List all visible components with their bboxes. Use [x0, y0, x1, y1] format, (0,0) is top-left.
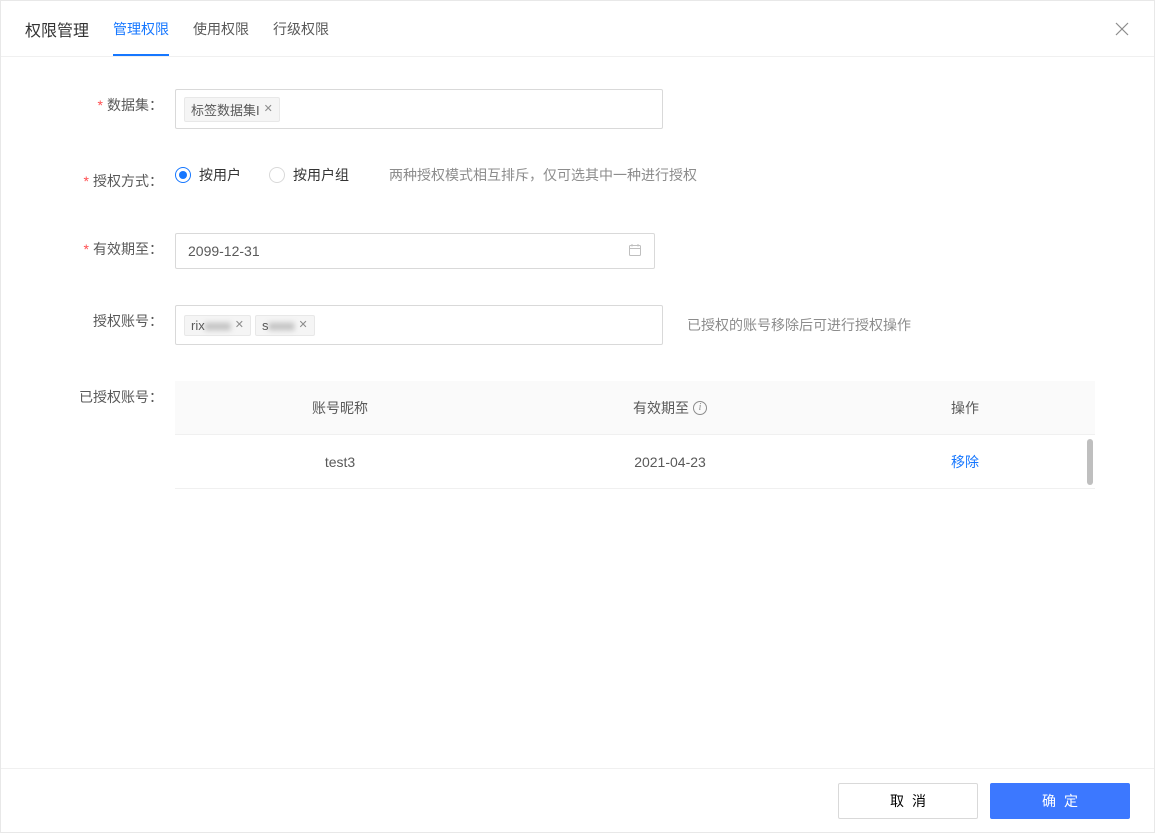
radio-by-user[interactable]: 按用户: [175, 165, 241, 185]
row-dataset: 数据集： 标签数据集I ✕: [25, 89, 1130, 129]
dialog-content: 数据集： 标签数据集I ✕ 授权方式： 按用户 按用户组: [1, 57, 1154, 489]
cell-valid-until: 2021-04-23: [505, 454, 835, 470]
radio-by-user-group[interactable]: 按用户组: [269, 165, 349, 185]
col-action: 操作: [835, 398, 1095, 418]
cancel-button[interactable]: 取消: [838, 783, 978, 819]
auth-account-label: 授权账号：: [25, 305, 175, 337]
auth-account-tag-input[interactable]: rixxxxx ✕ sxxxx ✕: [175, 305, 663, 345]
remove-link[interactable]: 移除: [951, 454, 979, 470]
tag-text: sxxxx: [262, 318, 295, 333]
dialog-footer: 取消 确定: [1, 768, 1154, 832]
tab-list: 管理权限 使用权限 行级权限: [113, 1, 329, 56]
dataset-label: 数据集：: [25, 89, 175, 121]
table-scrollbar[interactable]: [1087, 439, 1093, 485]
cell-action: 移除: [835, 452, 1095, 472]
info-icon[interactable]: i: [693, 401, 707, 415]
cell-nickname: test3: [175, 454, 505, 470]
dialog-title: 权限管理: [25, 17, 89, 41]
row-auth-method: 授权方式： 按用户 按用户组 两种授权模式相互排斥，仅可选其中一种进行授权: [25, 165, 1130, 197]
radio-label: 按用户: [199, 165, 241, 185]
close-icon[interactable]: [1114, 21, 1130, 37]
tag-remove-icon[interactable]: ✕: [235, 320, 244, 331]
tag-text: 标签数据集I: [191, 100, 260, 119]
col-label: 有效期至: [633, 398, 689, 418]
table-row: test3 2021-04-23 移除: [175, 435, 1095, 489]
tab-label: 行级权限: [273, 19, 329, 39]
auth-method-label: 授权方式：: [25, 165, 175, 197]
auth-account-hint: 已授权的账号移除后可进行授权操作: [687, 315, 911, 335]
auth-method-radio-group: 按用户 按用户组: [175, 165, 349, 185]
tab-row-permission[interactable]: 行级权限: [273, 1, 329, 56]
row-auth-account: 授权账号： rixxxxx ✕ sxxxx ✕ 已授权的账号移除后可进行授权操作: [25, 305, 1130, 345]
row-authorized-account: 已授权账号： 账号昵称 有效期至 i 操作 test3 2021-04-23: [25, 381, 1130, 489]
auth-method-hint: 两种授权模式相互排斥，仅可选其中一种进行授权: [389, 165, 697, 185]
dialog-header: 权限管理 管理权限 使用权限 行级权限: [1, 1, 1154, 57]
authorized-account-label: 已授权账号：: [25, 381, 175, 413]
tag-remove-icon[interactable]: ✕: [264, 104, 273, 115]
authorized-account-table: 账号昵称 有效期至 i 操作 test3 2021-04-23 移除: [175, 381, 1095, 489]
valid-until-label: 有效期至：: [25, 233, 175, 265]
radio-icon: [269, 167, 285, 183]
table-header: 账号昵称 有效期至 i 操作: [175, 381, 1095, 435]
account-tag: rixxxxx ✕: [184, 315, 251, 336]
calendar-icon: [628, 243, 642, 260]
radio-icon: [175, 167, 191, 183]
confirm-button[interactable]: 确定: [990, 783, 1130, 819]
account-tag: sxxxx ✕: [255, 315, 315, 336]
tag-text: rixxxxx: [191, 318, 231, 333]
tab-use-permission[interactable]: 使用权限: [193, 1, 249, 56]
col-valid-until: 有效期至 i: [505, 398, 835, 418]
tag-remove-icon[interactable]: ✕: [298, 320, 307, 331]
valid-until-input[interactable]: 2099-12-31: [175, 233, 655, 269]
col-nickname: 账号昵称: [175, 398, 505, 418]
tab-label: 管理权限: [113, 19, 169, 39]
row-valid-until: 有效期至： 2099-12-31: [25, 233, 1130, 269]
dataset-tag: 标签数据集I ✕: [184, 97, 280, 122]
tab-manage-permission[interactable]: 管理权限: [113, 1, 169, 56]
radio-label: 按用户组: [293, 165, 349, 185]
date-value: 2099-12-31: [188, 243, 260, 259]
tab-label: 使用权限: [193, 19, 249, 39]
dataset-tag-input[interactable]: 标签数据集I ✕: [175, 89, 663, 129]
